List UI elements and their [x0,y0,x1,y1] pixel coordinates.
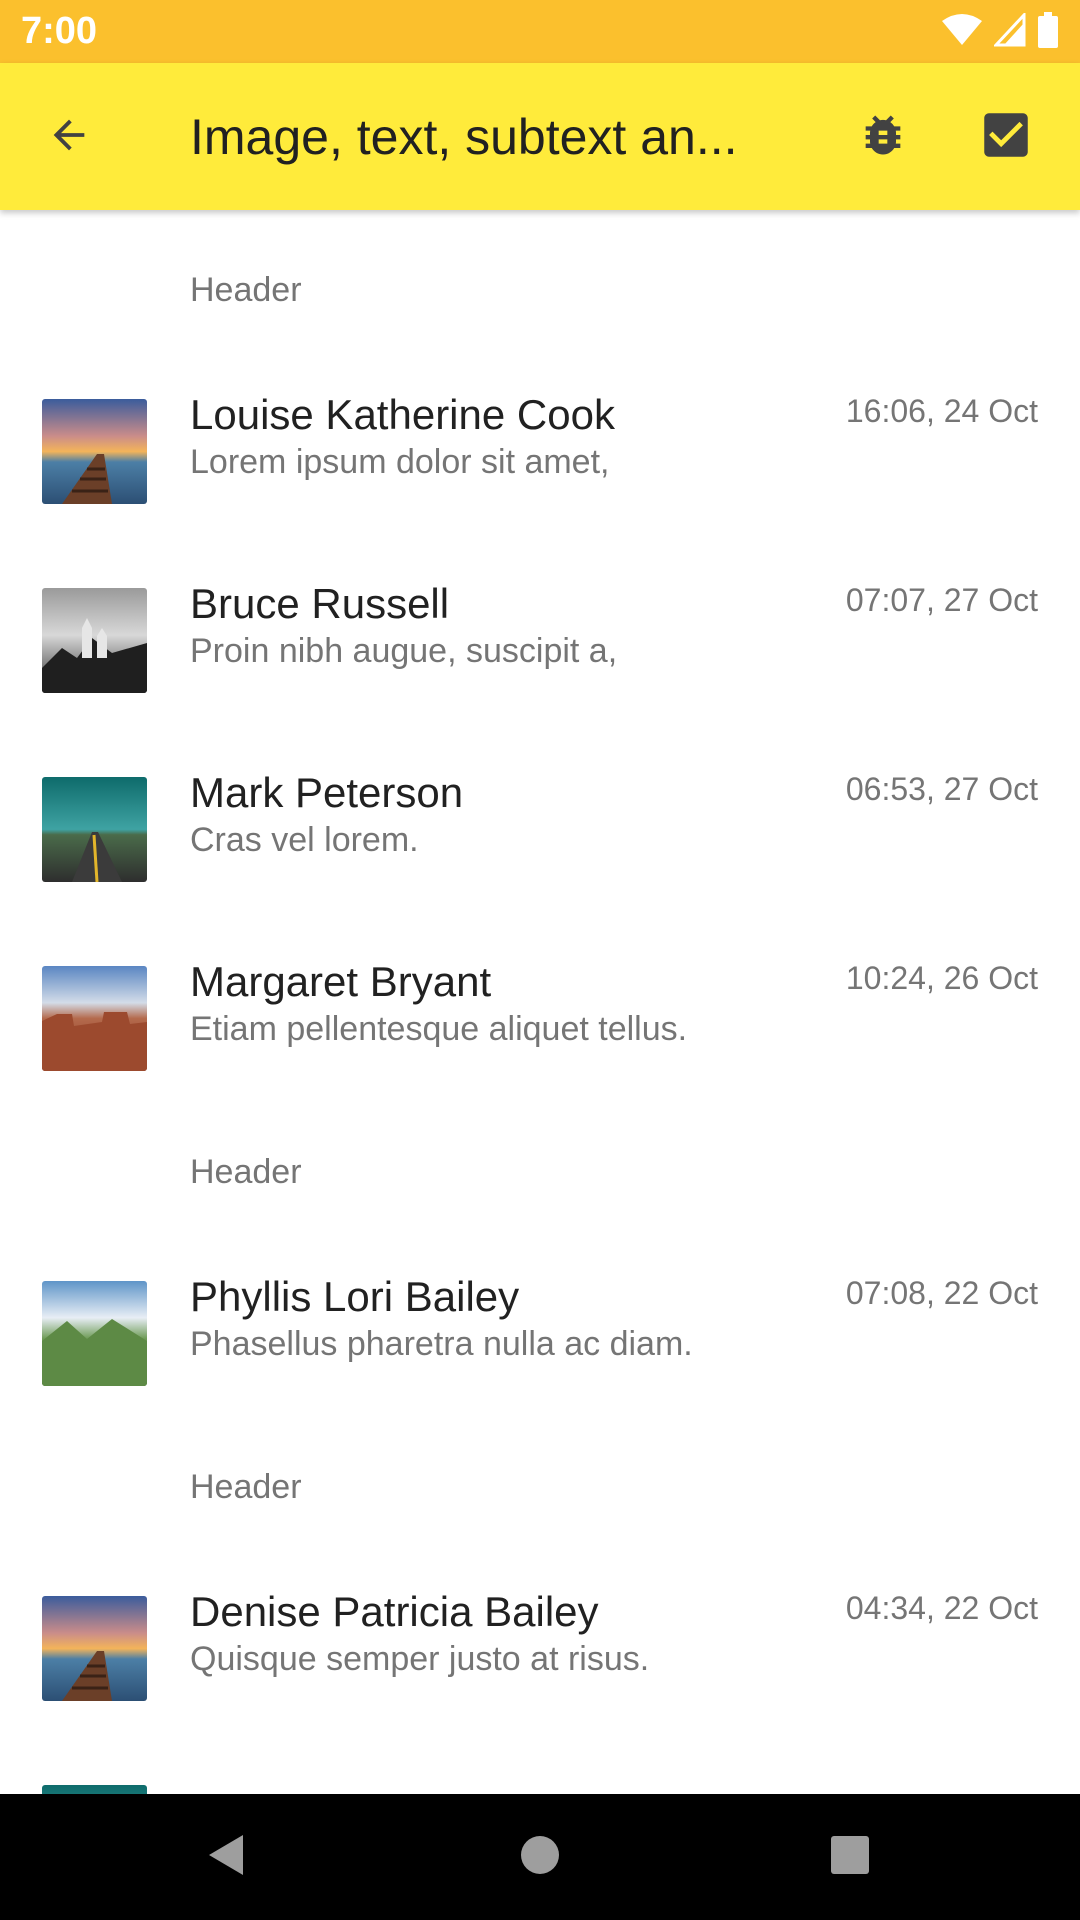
item-title: Denise Patricia Bailey [190,1588,599,1635]
nav-home-button[interactable] [505,1822,575,1892]
list-item[interactable]: Bruce Russell Proin nibh augue, suscipit… [0,580,1080,777]
list-item[interactable]: Denise Patricia Bailey Quisque semper ju… [0,1588,1080,1785]
bug-icon [857,109,909,166]
castle-thumbnail [42,588,147,693]
nav-recents-button[interactable] [815,1822,885,1892]
item-title: Louise Katherine Cook [190,391,615,438]
list-item[interactable] [0,1785,1080,1794]
status-icons [942,10,1058,53]
valley-thumbnail [42,1281,147,1386]
item-title: Margaret Bryant [190,958,492,1005]
wifi-icon [942,13,982,52]
item-time: 07:07, 27 Oct [845,582,1038,618]
status-time: 7:00 [21,10,98,52]
list-item[interactable]: Mark Peterson Cras vel lorem. 06:53, 27 … [0,769,1080,966]
page-title: Image, text, subtext an... [190,109,738,165]
item-subtitle: Proin nibh augue, suscipit a, [190,632,618,670]
item-time: 10:24, 26 Oct [845,960,1038,996]
section-header: Header [190,271,302,309]
item-time: 06:53, 27 Oct [845,771,1038,807]
item-title: Mark Peterson [190,769,464,816]
item-subtitle: Quisque semper justo at risus. [190,1640,650,1678]
battery-icon [1038,11,1058,53]
road-thumbnail [42,1785,147,1794]
app-bar: Image, text, subtext an... [0,63,1080,210]
pier-sunset-thumbnail [42,1596,147,1701]
list-item[interactable]: Margaret Bryant Etiam pellentesque aliqu… [0,958,1080,1155]
nav-back-icon [203,1831,247,1884]
canyon-thumbnail [42,966,147,1071]
item-time: 07:08, 22 Oct [845,1275,1038,1311]
item-title: Phyllis Lori Bailey [190,1273,520,1320]
item-subtitle: Phasellus pharetra nulla ac diam. [190,1325,693,1363]
bug-button[interactable] [850,104,916,170]
checkbox-checked-icon [977,106,1035,169]
pier-sunset-thumbnail [42,399,147,504]
item-time: 16:06, 24 Oct [845,393,1038,429]
item-time: 04:34, 22 Oct [845,1590,1038,1626]
item-title: Bruce Russell [190,580,450,627]
road-thumbnail [42,777,147,882]
item-subtitle: Lorem ipsum dolor sit amet, [190,443,610,481]
item-subtitle: Etiam pellentesque aliquet tellus. [190,1010,688,1048]
back-arrow-icon [46,112,92,163]
nav-back-button[interactable] [190,1822,260,1892]
screen: 7:00 Image, text, subtext an... Header L… [0,0,1080,1920]
list-item[interactable]: Phyllis Lori Bailey Phasellus pharetra n… [0,1273,1080,1470]
item-subtitle: Cras vel lorem. [190,821,419,859]
nav-recents-icon [830,1835,870,1880]
navigation-bar [0,1794,1080,1920]
list-item[interactable]: Louise Katherine Cook Lorem ipsum dolor … [0,391,1080,588]
status-bar: 7:00 [0,0,1080,63]
back-button[interactable] [36,104,102,170]
signal-icon [992,10,1026,52]
section-header: Header [190,1468,302,1506]
list: Header Louise Katherine Cook Lorem ipsum… [0,210,1080,1794]
nav-home-icon [520,1835,560,1880]
confirm-button[interactable] [973,104,1039,170]
section-header: Header [190,1153,302,1191]
